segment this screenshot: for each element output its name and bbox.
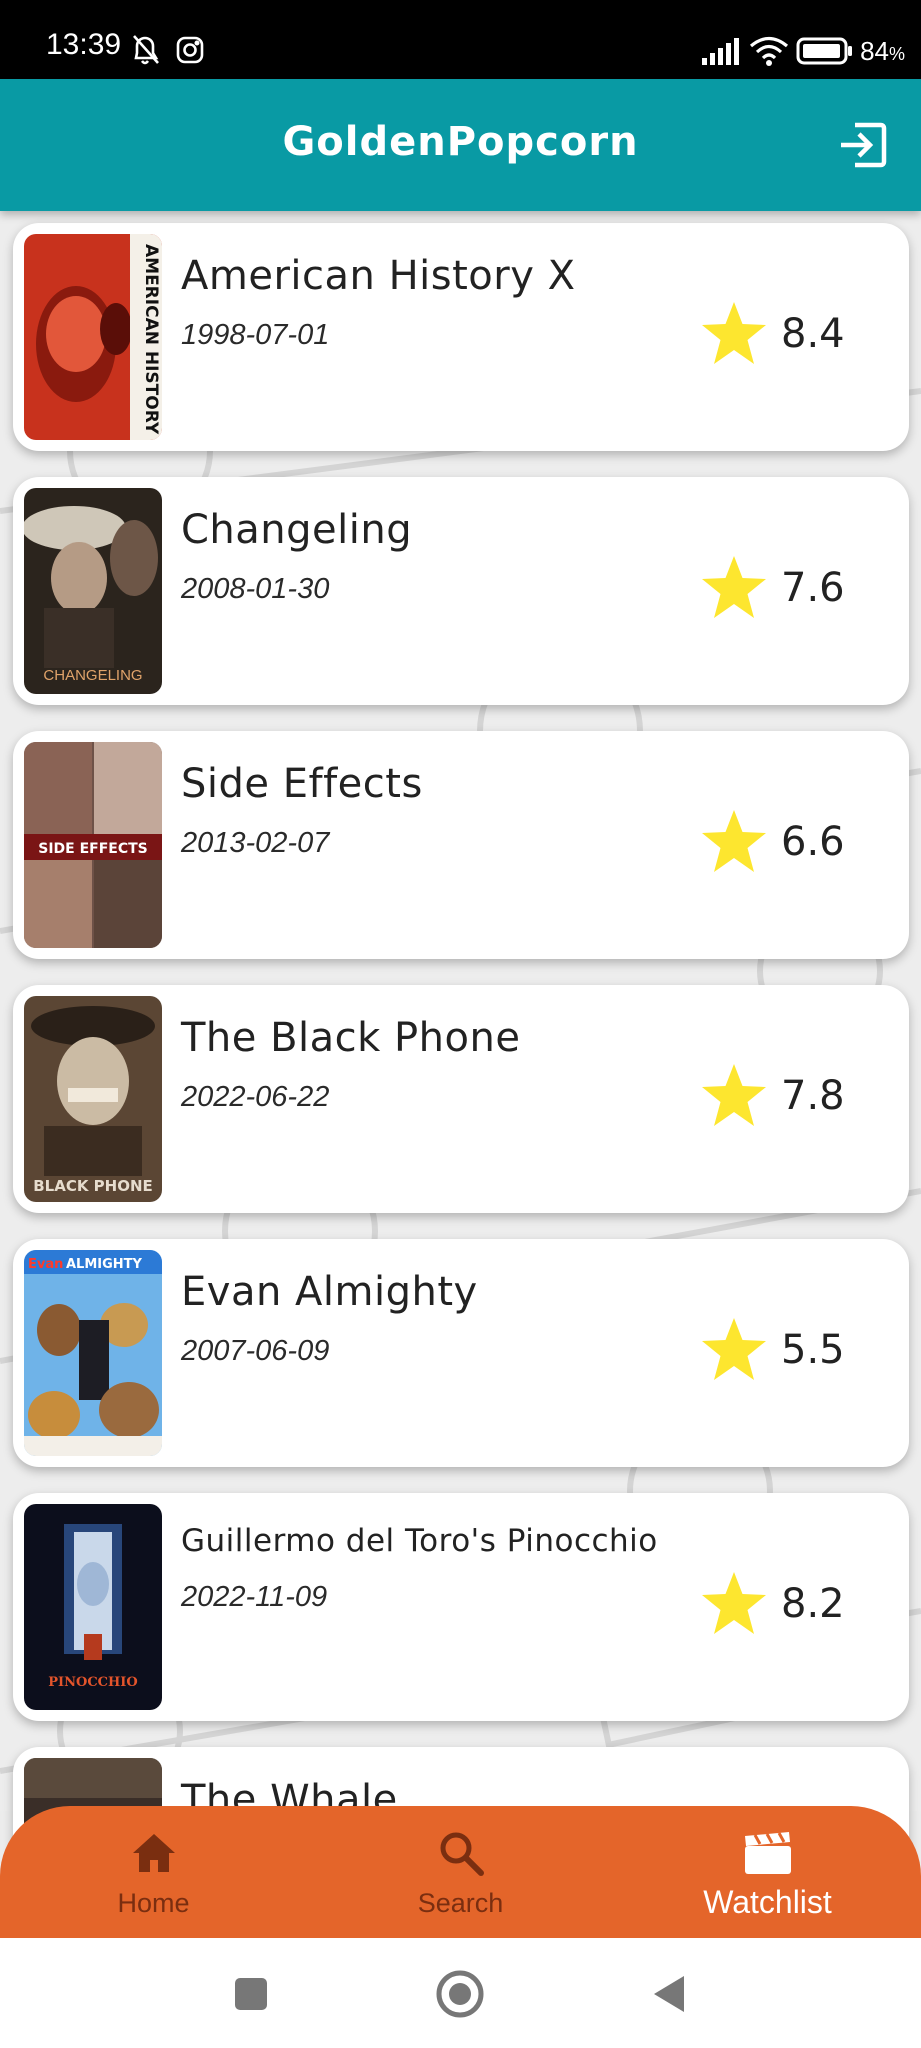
movie-poster: BLACK PHONE	[24, 996, 162, 1202]
nav-item-home[interactable]: Home	[0, 1806, 307, 1938]
back-triangle-icon[interactable]	[640, 1964, 700, 2024]
rating-value: 6.6	[781, 819, 845, 865]
clapperboard-icon	[744, 1832, 791, 1874]
star-icon	[702, 556, 766, 618]
rating: 6.6	[699, 809, 845, 875]
movie-title: American History X	[181, 253, 576, 299]
star-icon	[702, 1572, 766, 1634]
svg-text:AMERICAN HISTORY X: AMERICAN HISTORY X	[141, 244, 161, 440]
rating-value: 5.5	[781, 1327, 845, 1373]
nav-item-watchlist[interactable]: Watchlist	[614, 1806, 921, 1938]
system-navigation-bar	[0, 1938, 921, 2048]
svg-text:CHANGELING: CHANGELING	[43, 667, 142, 684]
home-circle-icon[interactable]	[430, 1964, 490, 2024]
nav-label-watchlist: Watchlist	[703, 1884, 832, 1920]
signal-icon	[702, 38, 740, 65]
release-date: 2013-02-07	[181, 827, 330, 859]
movie-card[interactable]: PINOCCHIO Guillermo del Toro's Pinocchio…	[13, 1493, 909, 1721]
release-date: 2007-06-09	[181, 1335, 330, 1367]
movie-poster: CHANGELING	[24, 488, 162, 694]
bottom-navigation: Home Search Watchlist	[0, 1806, 921, 1938]
movie-card[interactable]: AMERICAN HISTORY X American History X 19…	[13, 223, 909, 451]
rating-value: 8.2	[781, 1581, 845, 1627]
status-time: 13:39	[46, 28, 122, 61]
svg-text:BLACK PHONE: BLACK PHONE	[33, 1177, 153, 1195]
rating-value: 8.4	[781, 311, 845, 357]
instagram-icon	[176, 36, 204, 64]
nav-label-home: Home	[117, 1888, 190, 1918]
rating: 7.8	[699, 1063, 845, 1129]
recent-apps-icon[interactable]	[221, 1964, 281, 2024]
battery-icon	[796, 37, 853, 65]
star-icon	[702, 1318, 766, 1380]
rating-value: 7.8	[781, 1073, 845, 1119]
nav-item-search[interactable]: Search	[307, 1806, 614, 1938]
battery-level: 84%	[860, 36, 905, 66]
app-bar: GoldenPopcorn	[0, 79, 921, 211]
rating: 7.6	[699, 555, 845, 621]
mute-notifications-icon	[133, 35, 159, 65]
nav-label-search: Search	[417, 1888, 504, 1918]
movie-poster: AMERICAN HISTORY X	[24, 234, 162, 440]
screen: 13:39 84% GoldenPopcorn AMERICAN HISTORY…	[0, 0, 921, 2048]
movie-card[interactable]: Evan ALMIGHTY Evan Almighty 2007-06-09 5…	[13, 1239, 909, 1467]
watchlist-movie-list[interactable]: AMERICAN HISTORY X American History X 19…	[0, 211, 921, 1975]
movie-card[interactable]: BLACK PHONE The Black Phone 2022-06-22 7…	[13, 985, 909, 1213]
release-date: 2022-11-09	[181, 1581, 328, 1613]
search-icon	[440, 1832, 484, 1876]
logout-icon[interactable]	[837, 119, 889, 171]
svg-text:ALMIGHTY: ALMIGHTY	[66, 1257, 143, 1272]
rating: 5.5	[699, 1317, 845, 1383]
app-title: GoldenPopcorn	[282, 119, 639, 165]
rating-value: 7.6	[781, 565, 845, 611]
status-icons-right: 84%	[700, 34, 905, 68]
release-date: 2022-06-22	[181, 1081, 330, 1113]
movie-poster: SIDE EFFECTS	[24, 742, 162, 948]
movie-card[interactable]: SIDE EFFECTS Side Effects 2013-02-07 6.6	[13, 731, 909, 959]
rating: 8.2	[699, 1571, 845, 1637]
svg-text:SIDE EFFECTS: SIDE EFFECTS	[38, 841, 148, 857]
movie-title: Guillermo del Toro's Pinocchio	[181, 1523, 658, 1559]
rating: 8.4	[699, 301, 845, 367]
svg-text:Evan: Evan	[28, 1257, 63, 1272]
status-bar: 13:39 84%	[0, 0, 921, 79]
home-icon	[132, 1834, 175, 1872]
movie-poster: PINOCCHIO	[24, 1504, 162, 1710]
movie-title: The Black Phone	[181, 1015, 521, 1061]
release-date: 1998-07-01	[181, 319, 330, 351]
svg-text:PINOCCHIO: PINOCCHIO	[48, 1675, 137, 1690]
movie-title: Side Effects	[181, 761, 423, 807]
status-icons-left	[133, 35, 204, 65]
movie-poster: Evan ALMIGHTY	[24, 1250, 162, 1456]
release-date: 2008-01-30	[181, 573, 330, 605]
star-icon	[702, 302, 766, 364]
movie-card[interactable]: CHANGELING Changeling 2008-01-30 7.6	[13, 477, 909, 705]
wifi-icon	[750, 36, 789, 66]
star-icon	[702, 1064, 766, 1126]
star-icon	[702, 810, 766, 872]
movie-title: Evan Almighty	[181, 1269, 478, 1315]
movie-title: Changeling	[181, 507, 413, 553]
